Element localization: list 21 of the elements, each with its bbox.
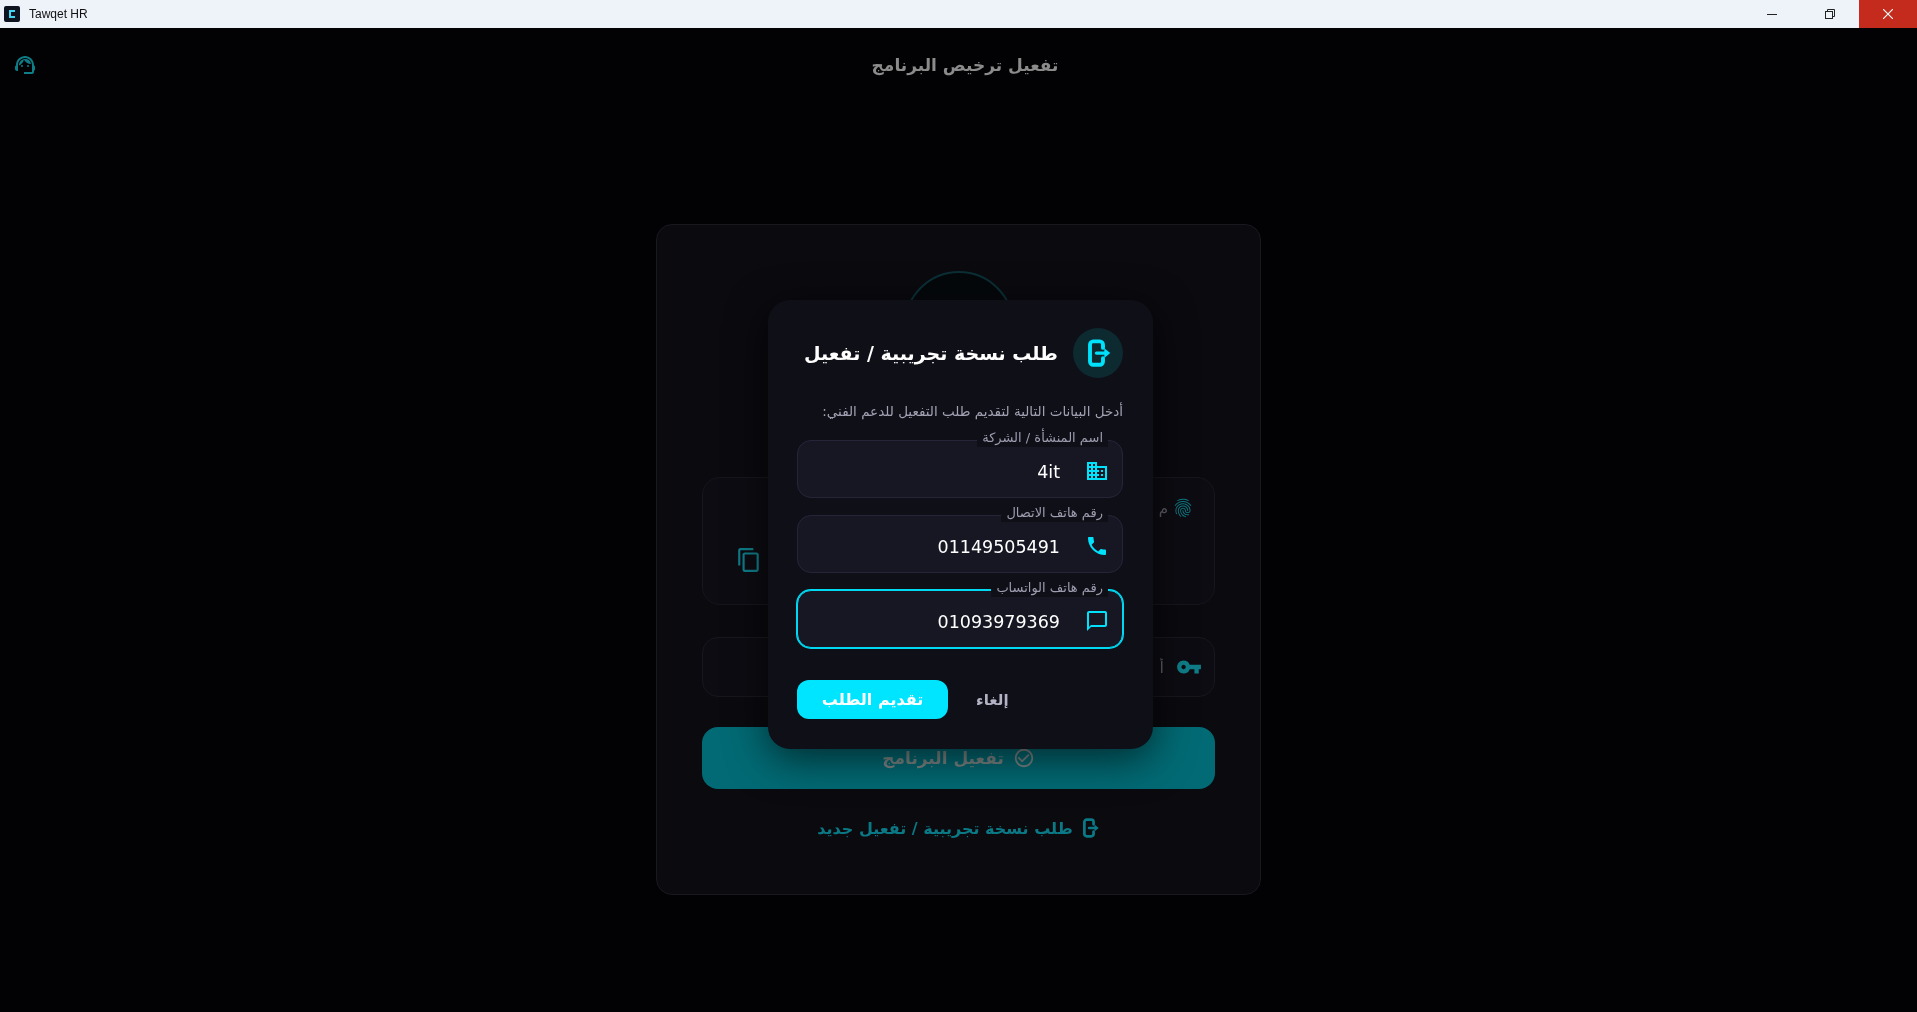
exit-icon: [1073, 328, 1123, 378]
dialog-description: أدخل البيانات التالية لتقديم طلب التفعيل للدعم الفني:: [821, 401, 1123, 422]
copy-icon[interactable]: [736, 547, 762, 573]
field-label: رقم هاتف الواتساب: [991, 579, 1108, 597]
fingerprint-icon: [1172, 497, 1194, 519]
field-label: رقم هاتف الاتصال: [1001, 504, 1108, 522]
trial-request-link[interactable]: طلب نسخة تجريبية / تفعيل جديد: [817, 818, 1100, 838]
device-id-label: م: [1158, 499, 1168, 517]
building-icon: [1085, 459, 1109, 483]
field-label: اسم المنشأة / الشركة: [977, 429, 1108, 447]
window-title: Tawqet HR: [29, 7, 88, 21]
minimize-icon: [1767, 13, 1777, 15]
chat-bubble-icon: [1085, 609, 1109, 633]
app-icon: [4, 6, 20, 22]
headset-icon[interactable]: [13, 53, 37, 77]
phone-icon: [1085, 534, 1109, 558]
page-title: تفعيل ترخيص البرنامج: [871, 55, 1059, 75]
dialog-title: طلب نسخة تجريبية / تفعيل: [804, 342, 1058, 364]
close-icon: [1883, 9, 1893, 19]
restore-icon: [1825, 9, 1835, 19]
exit-icon: [1082, 818, 1100, 838]
